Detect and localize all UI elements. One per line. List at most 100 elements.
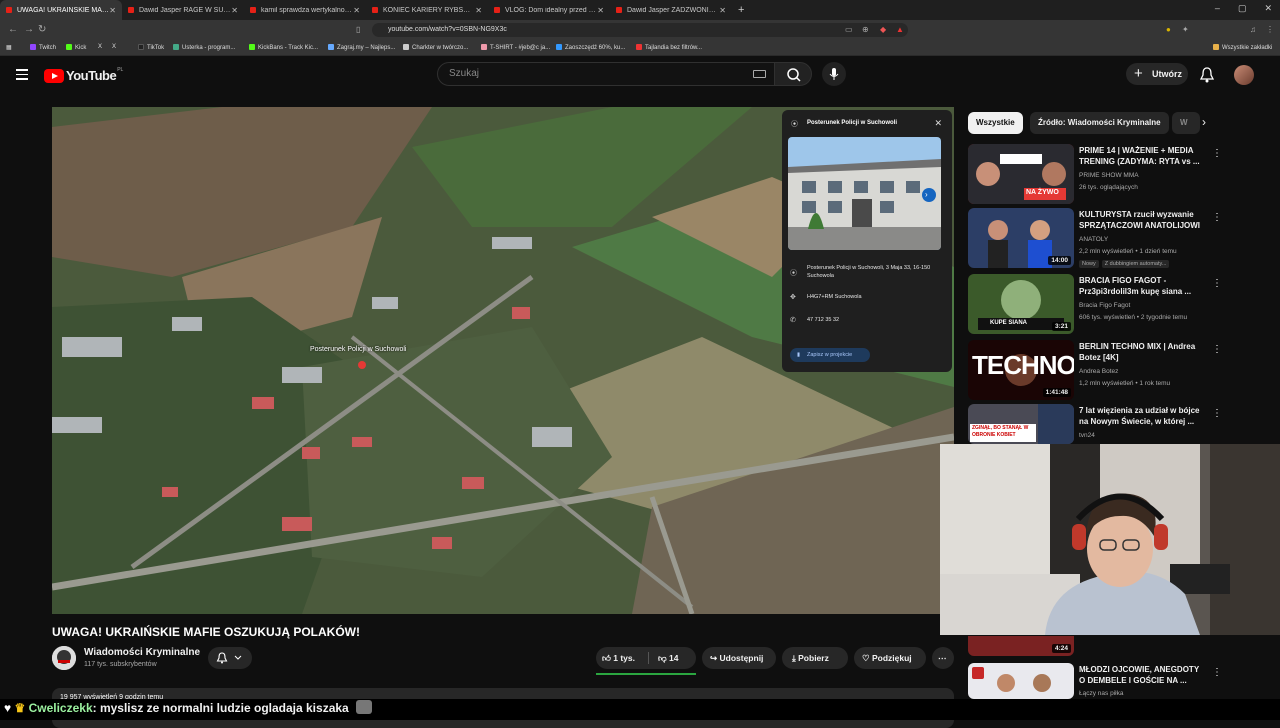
chip-more[interactable]: W	[1172, 112, 1200, 134]
recommendation-item[interactable]: MŁODZI OJCOWIE, ANEGDOTY O DEMBELE I GOŚ…	[968, 663, 1222, 699]
map-pin-label: Posterunek Policji w Suchowoli	[310, 346, 407, 353]
close-icon[interactable]: ✕	[934, 118, 942, 129]
alert-icon[interactable]: ▲	[896, 25, 904, 34]
tab-close-icon[interactable]: ✕	[475, 6, 482, 15]
bookmark-label: TikTok	[147, 45, 165, 51]
chevron-right-icon[interactable]: ›	[1202, 115, 1206, 129]
bookmark-tajlandia[interactable]: Tajlandia bez filtrów...	[636, 44, 702, 51]
browser-tab[interactable]: VLOG: Dom idealny przed przyjazdem✕	[488, 0, 610, 20]
bookmarks-folder[interactable]: Wszystkie zakładki	[1213, 44, 1272, 51]
more-vertical-icon[interactable]: ⋮	[1212, 344, 1222, 355]
url-field[interactable]: youtube.com/watch?v=0SBN-NG9X3c	[372, 23, 908, 37]
chat-message: : myslisz ze normalni ludzie ogladaja ki…	[92, 701, 349, 715]
bookmark-kick[interactable]: Kick	[66, 44, 86, 51]
download-button[interactable]: ⤓ Pobierz	[782, 647, 848, 669]
youtube-logo[interactable]: YouTube PL	[44, 67, 123, 83]
bookmark-usterka[interactable]: Usterka - program...	[173, 44, 235, 51]
tab-close-icon[interactable]: ✕	[353, 6, 360, 15]
close-window-button[interactable]: ✕	[1264, 3, 1272, 14]
browser-menu-icon[interactable]: ⋮	[1266, 25, 1274, 34]
subscription-bell-button[interactable]	[208, 647, 252, 669]
forward-arrow-icon[interactable]: →	[24, 24, 34, 35]
browser-tab[interactable]: kamil sprawdza wertykalność dema✕	[244, 0, 366, 20]
bookmark-x[interactable]: X	[112, 44, 116, 50]
bookmark-label: KickBans - Track Kic...	[258, 45, 319, 51]
save-label: Zapisz w projekcie	[807, 352, 853, 358]
chip-source[interactable]: Źródło: Wiadomości Kryminalne	[1030, 112, 1169, 134]
save-to-project-button[interactable]: ▮ Zapisz w projekcie	[790, 348, 870, 362]
bookmark-tiktok[interactable]: TikTok	[138, 44, 164, 51]
tab-close-icon[interactable]: ✕	[231, 6, 238, 15]
bookmark-zaoszczedz[interactable]: Zaoszczędź 60%, ku...	[556, 44, 625, 51]
bookmark-page-icon[interactable]: ▯	[356, 25, 360, 34]
back-arrow-icon[interactable]: ←	[8, 24, 18, 35]
cast-icon[interactable]: ▭	[845, 25, 853, 34]
browser-tab[interactable]: KONIEC KARIERY RYBSONA! PORÓD✕	[366, 0, 488, 20]
more-vertical-icon[interactable]: ⋮	[1212, 212, 1222, 223]
notifications-bell-icon[interactable]	[1200, 67, 1214, 83]
reload-icon[interactable]: ↻	[38, 24, 46, 35]
browser-tab-active[interactable]: UWAGA! UKRAIŃSKIE MAFIE ✕	[0, 0, 122, 20]
place-title: Posterunek Policji w Suchowoli	[807, 120, 898, 126]
recommendation-item[interactable]: KUPE SIANA 3:21 BRACIA FIGO FAGOT - Prz3…	[968, 274, 1222, 334]
bookmark-label: Usterka - program...	[182, 45, 236, 51]
thanks-button[interactable]: ♡ Podziękuj	[854, 647, 926, 669]
dislike-button[interactable]: 👎︎ 14	[658, 647, 694, 669]
browser-tab-strip: UWAGA! UKRAIŃSKIE MAFIE ✕ Dawid Jasper RA…	[0, 0, 1280, 20]
new-badge: Nowy	[1079, 260, 1099, 268]
more-vertical-icon[interactable]: ⋮	[1212, 667, 1222, 678]
bookmark-x[interactable]: X	[98, 44, 102, 50]
more-actions-button[interactable]: ⋯	[932, 647, 954, 669]
apps-grid-icon[interactable]: ▦	[6, 44, 12, 51]
tab-close-icon[interactable]: ✕	[719, 6, 726, 15]
minimize-button[interactable]: –	[1215, 3, 1220, 14]
zoom-icon[interactable]: ⊕	[862, 25, 869, 34]
place-photo[interactable]: ›	[788, 137, 941, 250]
recommendation-meta: 26 tys. oglądających	[1079, 184, 1138, 191]
recommendation-item[interactable]: 14:00 KULTURYSTA rzucił wyzwanie SPRZĄTA…	[968, 208, 1222, 268]
more-vertical-icon[interactable]: ⋮	[1212, 148, 1222, 159]
search-button[interactable]	[774, 62, 812, 86]
bookmark-kickbans[interactable]: KickBans - Track Kic...	[249, 44, 318, 51]
like-button[interactable]: 👍︎ 1 tys.	[602, 647, 648, 669]
recommendation-item[interactable]: NA ŻYWO PRIME 14 | WAŻENIE + MEDIA TRENI…	[968, 144, 1222, 204]
tab-close-icon[interactable]: ✕	[597, 6, 604, 15]
bookmark-zagraj[interactable]: Zagraj.my – Najleps...	[328, 44, 395, 51]
bookmark-twitch[interactable]: Twitch	[30, 44, 56, 51]
voice-search-button[interactable]	[822, 62, 846, 86]
wallet-extension-icon[interactable]: ●	[1166, 25, 1171, 34]
share-button[interactable]: ↪ Udostępnij	[702, 647, 776, 669]
extensions-puzzle-icon[interactable]: ✦	[1182, 25, 1189, 34]
keyboard-icon[interactable]	[753, 70, 766, 78]
channel-avatar[interactable]	[52, 646, 76, 670]
bookmark-icon: ▮	[797, 352, 801, 358]
media-control-icon[interactable]: ♫	[1250, 25, 1256, 34]
recommendation-item[interactable]: 4:24	[968, 636, 1208, 656]
police-station-photo	[788, 137, 941, 250]
search-input[interactable]: Szukaj	[437, 62, 775, 86]
more-vertical-icon[interactable]: ⋮	[1212, 278, 1222, 289]
bookmark-charakter[interactable]: Charkter w twórczo...	[403, 44, 468, 51]
chip-all[interactable]: Wszystkie	[968, 112, 1023, 134]
channel-name[interactable]: Wiadomości Kryminalne	[84, 647, 200, 658]
youtube-favicon-icon	[372, 7, 378, 13]
menu-hamburger-icon[interactable]	[16, 69, 28, 83]
more-vertical-icon[interactable]: ⋮	[1212, 408, 1222, 419]
bookmark-tshirt[interactable]: T-SHIRT - #jeb@c ja...	[481, 44, 550, 51]
new-tab-button[interactable]: +	[738, 4, 744, 16]
tab-label: kamil sprawdza wertykalność dema	[261, 6, 353, 14]
browser-tab[interactable]: Dawid Jasper ZADZWONIŁ NA POLICJĘ✕	[610, 0, 732, 20]
user-avatar[interactable]	[1234, 65, 1254, 85]
tab-close-icon[interactable]: ✕	[109, 6, 116, 15]
extension-icon[interactable]: ◆	[880, 25, 886, 34]
chevron-right-icon[interactable]: ›	[925, 190, 928, 199]
create-button[interactable]: + Utwórz	[1126, 63, 1188, 85]
recommendation-channel: Andrea Botez	[1079, 368, 1119, 375]
recommendation-channel: Bracia Figo Fagot	[1079, 302, 1131, 309]
maximize-button[interactable]: ▢	[1238, 3, 1247, 14]
download-icon: ⤓	[792, 653, 796, 663]
recommendation-title: MŁODZI OJCOWIE, ANEGDOTY O DEMBELE I GOŚ…	[1079, 665, 1200, 685]
recommendation-item[interactable]: TECHNO 1:41:48 BERLIN TECHNO MIX | Andre…	[968, 340, 1222, 400]
address-pin-icon: ⦿	[790, 270, 797, 277]
browser-tab[interactable]: Dawid Jasper RAGE W SUPER MARIO✕	[122, 0, 244, 20]
